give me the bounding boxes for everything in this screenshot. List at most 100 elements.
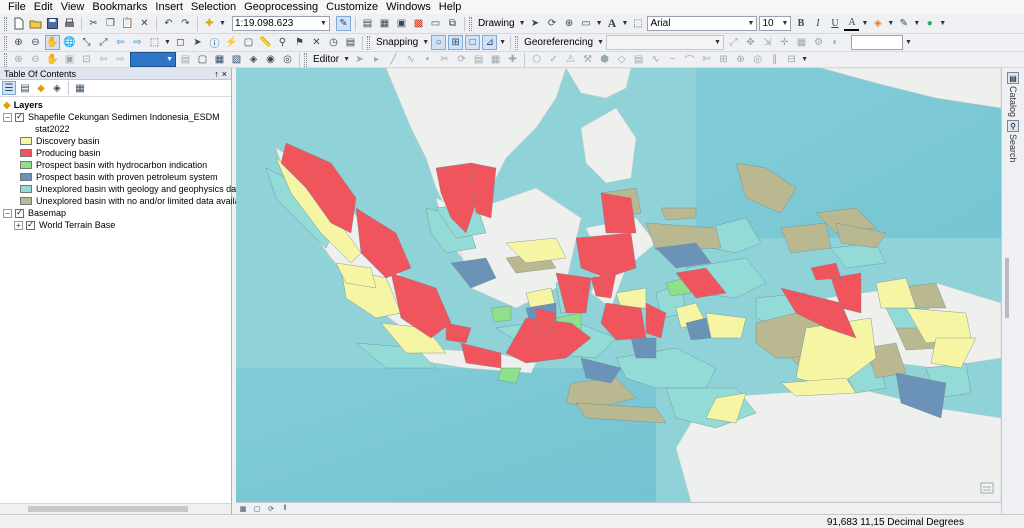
fill-color-icon[interactable]: ◈ [870,16,885,31]
toolbar-grip[interactable] [515,35,519,50]
shift-raster-icon[interactable]: ✥ [743,35,758,50]
clip-icon[interactable]: ⊟ [784,52,799,67]
sketch-properties-icon[interactable]: ▦ [488,52,503,67]
data-view-icon[interactable]: ▦ [238,504,248,514]
menu-help[interactable]: Help [437,0,468,14]
change-layout-icon[interactable]: ▦ [212,52,227,67]
html-popup-icon[interactable]: ▢ [241,35,256,50]
legend-swatch[interactable] [20,137,32,145]
chevron-down-icon[interactable]: ▼ [939,20,946,27]
forward-extent-icon[interactable]: ⇨ [130,35,145,50]
legend-swatch[interactable] [20,173,32,181]
point-icon[interactable]: • [420,52,435,67]
layers-root-row[interactable]: ◆ Layers [3,99,43,111]
layer-visibility-checkbox[interactable]: ✓ [26,220,35,230]
layer-visibility-checkbox[interactable]: ✓ [15,208,24,218]
chevron-down-icon[interactable]: ▼ [622,20,629,27]
find-route-icon[interactable]: ⚑ [292,35,307,50]
effects-icon[interactable]: ◎ [280,52,295,67]
zoom-100-icon[interactable]: ⊡ [79,52,94,67]
chevron-down-icon[interactable]: ▼ [499,39,506,46]
chevron-down-icon[interactable]: ▼ [219,20,226,27]
chevron-down-icon[interactable]: ▼ [887,20,894,27]
list-by-drawing-order-icon[interactable]: ☰ [2,81,16,95]
focus-data-frame-icon[interactable]: ▢ [195,52,210,67]
print-icon[interactable] [62,16,77,31]
python-window-icon[interactable]: ▭ [428,16,443,31]
legend-swatch[interactable] [20,149,32,157]
toolbar-grip[interactable] [304,52,307,67]
viewer-window-icon[interactable]: ▤ [343,35,358,50]
copy-icon[interactable]: ❐ [103,16,118,31]
delete-icon[interactable]: ✕ [137,16,152,31]
legend-swatch[interactable] [20,161,32,169]
shared-features-icon[interactable]: ⬢ [597,52,612,67]
refresh-icon[interactable]: ⟳ [266,504,276,514]
menu-insert[interactable]: Insert [153,0,189,14]
rotation-input[interactable] [850,35,903,50]
marker-color-icon[interactable]: ● [922,16,937,31]
layout-back-icon[interactable]: ⇦ [96,52,111,67]
viewer-icon[interactable]: ◐ [828,35,843,50]
snapping-menu[interactable]: Snapping [374,37,420,48]
identify-icon[interactable]: ⓘ [207,35,222,50]
error-inspector-icon[interactable]: ⚠ [563,52,578,67]
zoom-whole-page-icon[interactable]: ⊕ [562,16,577,31]
bold-button[interactable]: B [793,16,808,31]
menu-geoprocessing[interactable]: Geoprocessing [242,0,324,14]
undo-icon[interactable]: ↶ [161,16,176,31]
collapse-icon[interactable]: − [3,208,12,218]
legend-item[interactable]: Unexplored basin with no and/or limited … [20,195,252,207]
fixed-zoom-out-icon[interactable]: ⤢ [96,35,111,50]
full-extent-icon[interactable]: 🌐 [62,35,77,50]
cut-polygons-icon[interactable]: ✄ [699,52,714,67]
straight-segment-icon[interactable]: ╱ [386,52,401,67]
rotate-feature-icon[interactable]: ⟳ [454,52,469,67]
data-driven-pages-icon[interactable]: ▧ [229,52,244,67]
save-icon[interactable] [45,16,60,31]
close-icon[interactable]: × [222,69,227,79]
select-layer-icon[interactable]: ◉ [263,52,278,67]
align-edge-icon[interactable]: ▤ [631,52,646,67]
line-color-icon[interactable]: ✎ [896,16,911,31]
layout-view-icon[interactable]: ▢ [252,504,262,514]
menu-windows[interactable]: Windows [384,0,437,14]
font-color-button[interactable]: A [844,16,860,31]
legend-item[interactable]: Producing basin [20,147,101,159]
arctoolbox-icon[interactable]: ▩ [411,16,426,31]
open-folder-icon[interactable] [28,16,43,31]
chevron-down-icon[interactable]: ▼ [913,20,920,27]
search-window-icon[interactable]: ▣ [394,16,409,31]
fixed-zoom-in-icon[interactable]: ⤡ [79,35,94,50]
list-by-source-icon[interactable]: ▤ [18,81,32,95]
layer-row-shapefile[interactable]: − ✓ Shapefile Cekungan Sedimen Indonesia… [3,111,220,123]
view-link-table-icon[interactable]: ▦ [794,35,809,50]
layout-zoom-in-icon[interactable]: ⊕ [11,52,26,67]
merge-icon[interactable]: ⊞ [716,52,731,67]
text-tool-icon[interactable]: A [605,16,620,31]
edit-tool-icon[interactable]: ➤ [352,52,367,67]
toolbar-grip[interactable] [4,16,7,31]
zoom-whole-page-icon[interactable]: ▣ [62,52,77,67]
rotate-icon[interactable]: ⟳ [545,16,560,31]
layer-row-terrain[interactable]: + ✓ World Terrain Base [14,219,115,231]
measure-icon[interactable]: 📏 [258,35,273,50]
union-icon[interactable]: ⊕ [733,52,748,67]
map-view[interactable] [236,68,1001,502]
georeferencing-menu[interactable]: Georeferencing [522,37,595,48]
attributes-icon[interactable]: ▤ [471,52,486,67]
legend-item[interactable]: Prospect basin with proven petroleum sys… [20,171,218,183]
time-slider-icon[interactable]: ◷ [326,35,341,50]
toolbar-grip[interactable] [468,16,472,31]
add-control-points-icon[interactable]: ✛ [777,35,792,50]
model-builder-icon[interactable]: ⧉ [445,16,460,31]
chevron-down-icon[interactable]: ▼ [519,20,526,27]
select-features-icon[interactable]: ⬚ [147,35,162,50]
layout-pan-icon[interactable]: ✋ [45,52,60,67]
menu-edit[interactable]: Edit [32,0,59,14]
search-tab[interactable]: ⚲ Search [1005,120,1021,163]
layer-visibility-checkbox[interactable]: ✓ [15,112,24,122]
menu-customize[interactable]: Customize [324,0,384,14]
georeference-layer-combo[interactable]: ▼ [605,35,724,50]
font-size-combo[interactable]: 10 ▼ [759,16,792,31]
